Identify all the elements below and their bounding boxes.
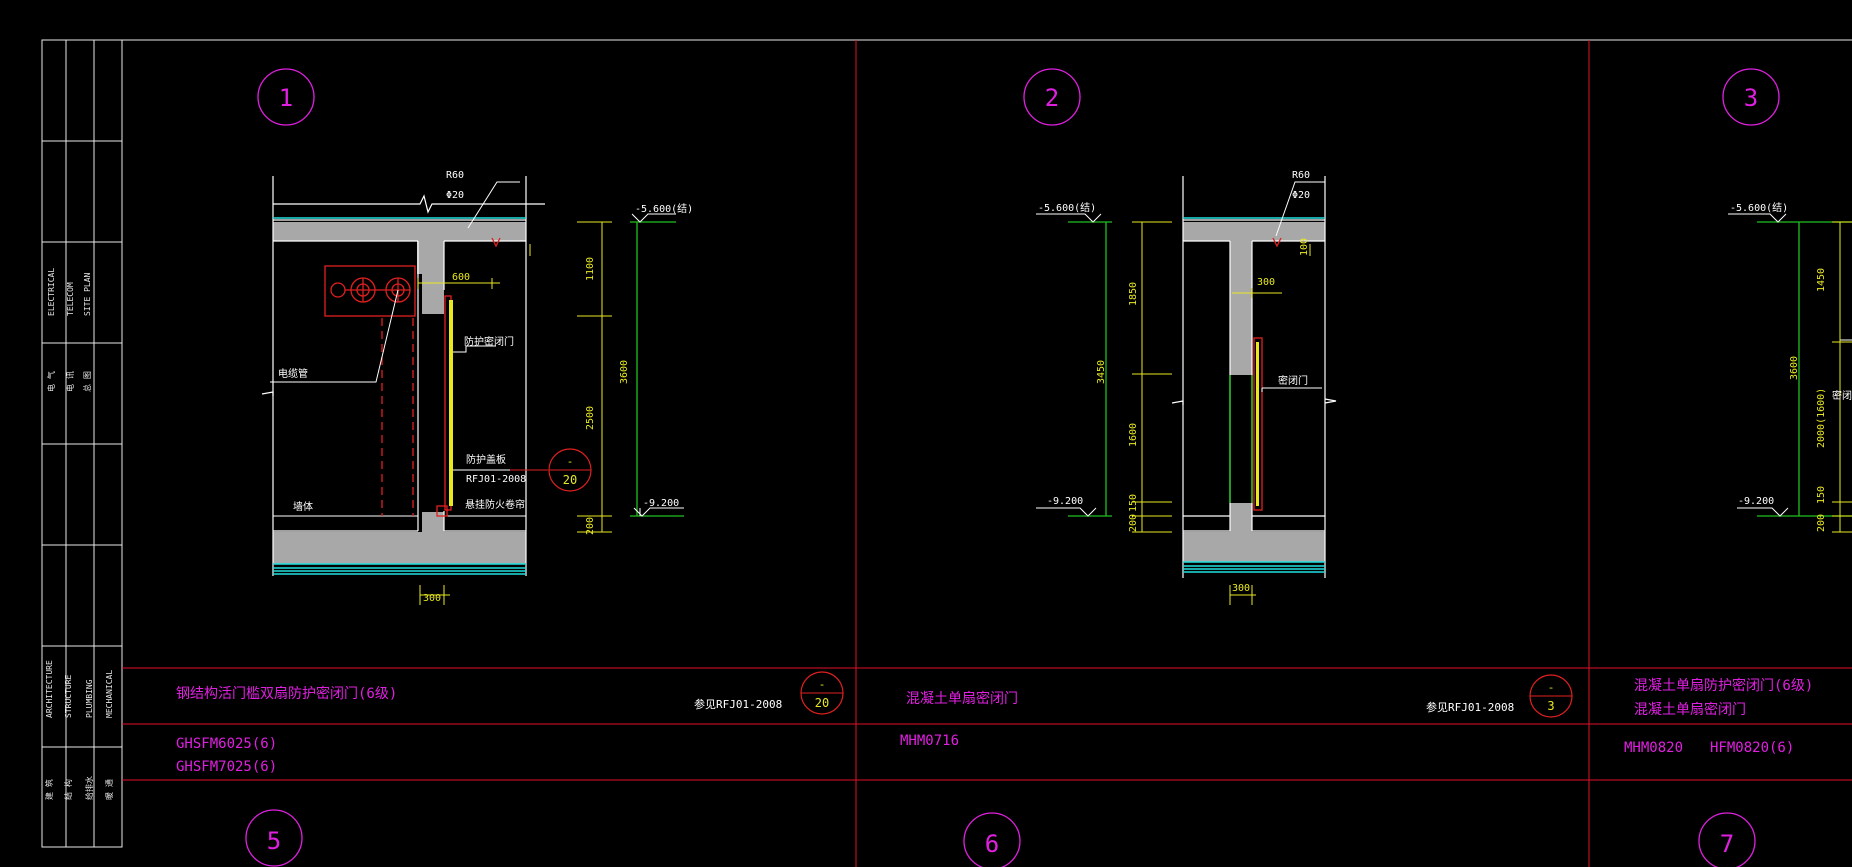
detail-3[interactable]: 3 1450 3600 2000(1600) 150 200 -5.600(结)…	[1722, 68, 1852, 533]
cn-architecture: 建 筑	[44, 779, 54, 800]
detail-2-bot-elev: -9.200	[1047, 496, 1083, 507]
detail-6-number: 6	[985, 830, 999, 858]
detail-1-callout-wall: 墙体	[293, 500, 313, 513]
discipline-telecom: TELECOM	[66, 282, 75, 316]
detail-1-door-leaf	[449, 300, 453, 506]
cn-electrical: 电 气	[46, 371, 56, 392]
svg-text:20: 20	[815, 696, 829, 710]
detail-1-cyan-edges	[273, 217, 526, 575]
detail-2-top-elev: -5.600(结)	[1038, 201, 1096, 214]
detail-2[interactable]: 2 1850 1600 150 200 3450 100 300 300 -5.…	[1023, 68, 1337, 605]
cad-drawing-canvas[interactable]: ELECTRICAL TELECOM SITE PLAN 电 气 电 讯 总 图…	[0, 0, 1852, 867]
detail-2-elevation-marks	[1036, 213, 1102, 517]
detail-3-dim-v-3: 150	[1816, 486, 1827, 504]
detail-3-bot-elev: -9.200	[1738, 496, 1774, 507]
detail-1[interactable]: 1 1100 2500 200 3600 600 300 -5.600(结) -…	[257, 68, 693, 605]
detail-2-dim-v-2: 150	[1128, 494, 1139, 512]
detail-1-dim-v-3: 3600	[619, 360, 630, 384]
discipline-electrical: ELECTRICAL	[47, 268, 56, 316]
cn-plumbing: 给排水	[84, 776, 94, 800]
svg-text:3: 3	[1547, 699, 1554, 713]
detail-2-dim-v-0: 1850	[1128, 282, 1139, 306]
detail-1-dim-v-2: 200	[585, 517, 596, 535]
svg-text:20: 20	[563, 473, 577, 487]
detail-2-dim-v-1: 1600	[1128, 423, 1139, 447]
detail-1-ref-marker: - 20	[548, 448, 592, 492]
detail-1-ref-text: 参见RFJ01-2008	[694, 697, 782, 711]
detail-3-number: 3	[1744, 84, 1758, 112]
detail-1-code-0: GHSFM6025(6)	[176, 736, 277, 752]
detail-1-rebar-phi: Φ20	[446, 190, 464, 201]
detail-2-number: 2	[1045, 84, 1059, 112]
cn-site-plan: 总 图	[82, 371, 92, 392]
detail-3-dim-v-0: 1450	[1816, 268, 1827, 292]
detail-1-elevation-marks	[631, 213, 684, 517]
discipline-mechanical: MECHANICAL	[105, 670, 114, 718]
detail-3-elevation-line	[1757, 221, 1852, 517]
detail-2-code-0: MHM0716	[900, 733, 959, 749]
drawing-frame	[41, 39, 1852, 848]
detail-2-title: 混凝土单扇密闭门	[906, 690, 1018, 707]
detail-2-green-strip	[1229, 375, 1253, 503]
detail-2-rebar-phi: Φ20	[1292, 190, 1310, 201]
detail-3-labels: -5.600(结) -9.200 密闭门	[1730, 201, 1852, 507]
title-row: 钢结构活门槛双扇防护密闭门(6级) 参见RFJ01-2008 - 20 混凝土单…	[176, 671, 1813, 718]
detail-3-dim-v-4: 200	[1816, 514, 1827, 532]
cn-mechanical: 暖 通	[104, 779, 114, 800]
detail-3-dimension-text: 1450 3600 2000(1600) 150 200	[1789, 268, 1827, 532]
detail-3-code-1: HFM0820(6)	[1710, 740, 1794, 756]
codes-row: GHSFM6025(6) GHSFM7025(6) MHM0716 MHM082…	[176, 733, 1794, 775]
detail-1-dim-h-1: 300	[423, 593, 441, 604]
discipline-site-plan: SITE PLAN	[83, 272, 92, 316]
detail-3-code-0: MHM0820	[1624, 740, 1683, 756]
detail-1-callout-shutter: 悬挂防火卷帘	[465, 498, 525, 511]
detail-1-title-marker: - 20	[800, 671, 844, 715]
detail-2-dim-v-3: 200	[1128, 514, 1139, 532]
detail-3-dimensions	[1832, 221, 1852, 533]
detail-1-number: 1	[279, 84, 293, 112]
detail-1-title: 钢结构活门槛双扇防护密闭门(6级)	[176, 685, 397, 702]
detail-3-dim-v-2: 2000(1600)	[1816, 388, 1827, 448]
detail-2-ref-text: 参见RFJ01-2008	[1426, 700, 1514, 714]
detail-2-callout-door: 密闭门	[1278, 374, 1308, 387]
detail-1-elevation-line	[630, 221, 684, 517]
detail-1-callout-door: 防护密闭门	[464, 335, 514, 348]
side-panel: ELECTRICAL TELECOM SITE PLAN 电 气 电 讯 总 图…	[44, 268, 114, 800]
detail-3-callout-door: 密闭门	[1832, 389, 1852, 402]
svg-text:-: -	[819, 678, 826, 691]
detail-1-bot-elev: -9.200	[643, 498, 679, 509]
detail-1-code-1: GHSFM7025(6)	[176, 759, 277, 775]
detail-2-title-marker: - 3	[1529, 674, 1573, 718]
detail-1-dim-h-0: 600	[452, 272, 470, 283]
detail-7-number: 7	[1720, 830, 1734, 858]
detail-3-dim-v-1: 3600	[1789, 356, 1800, 380]
detail-2-dim-h-0: 300	[1257, 277, 1275, 288]
detail-3-title-line-1: 混凝土单扇防护密闭门(6级)	[1634, 677, 1813, 694]
detail-3-title-line-2: 混凝土单扇密闭门	[1634, 701, 1746, 718]
detail-2-rebar-r60: R60	[1292, 170, 1310, 181]
detail-3-top-elev: -5.600(结)	[1730, 201, 1788, 214]
detail-1-callout-ref: RFJ01-2008	[466, 474, 526, 485]
detail-1-rebar-r60: R60	[446, 170, 464, 181]
detail-1-callout-duct: 电缆管	[278, 367, 308, 380]
detail-1-callout-cover: 防护盖板	[466, 453, 506, 466]
cn-structure: 结 构	[63, 779, 73, 800]
detail-1-dim-v-0: 1100	[585, 257, 596, 281]
detail-1-top-elev: -5.600(结)	[635, 202, 693, 215]
cn-telecom: 电 讯	[65, 371, 75, 392]
detail-2-dim-h-1: 300	[1232, 583, 1250, 594]
svg-text:-: -	[1548, 681, 1555, 694]
detail-2-door-leaf	[1256, 342, 1259, 506]
detail-5-number: 5	[267, 827, 281, 855]
detail-2-dim-v-4: 3450	[1096, 360, 1107, 384]
discipline-architecture: ARCHITECTURE	[45, 660, 54, 718]
discipline-plumbing: PLUMBING	[85, 679, 94, 718]
detail-1-dim-v-1: 2500	[585, 406, 596, 430]
bottom-row: 5 6 7	[245, 809, 1756, 867]
discipline-structure: STRUCTURE	[64, 674, 73, 718]
detail-2-dim-v-5: 100	[1299, 238, 1310, 256]
svg-text:-: -	[567, 455, 574, 468]
